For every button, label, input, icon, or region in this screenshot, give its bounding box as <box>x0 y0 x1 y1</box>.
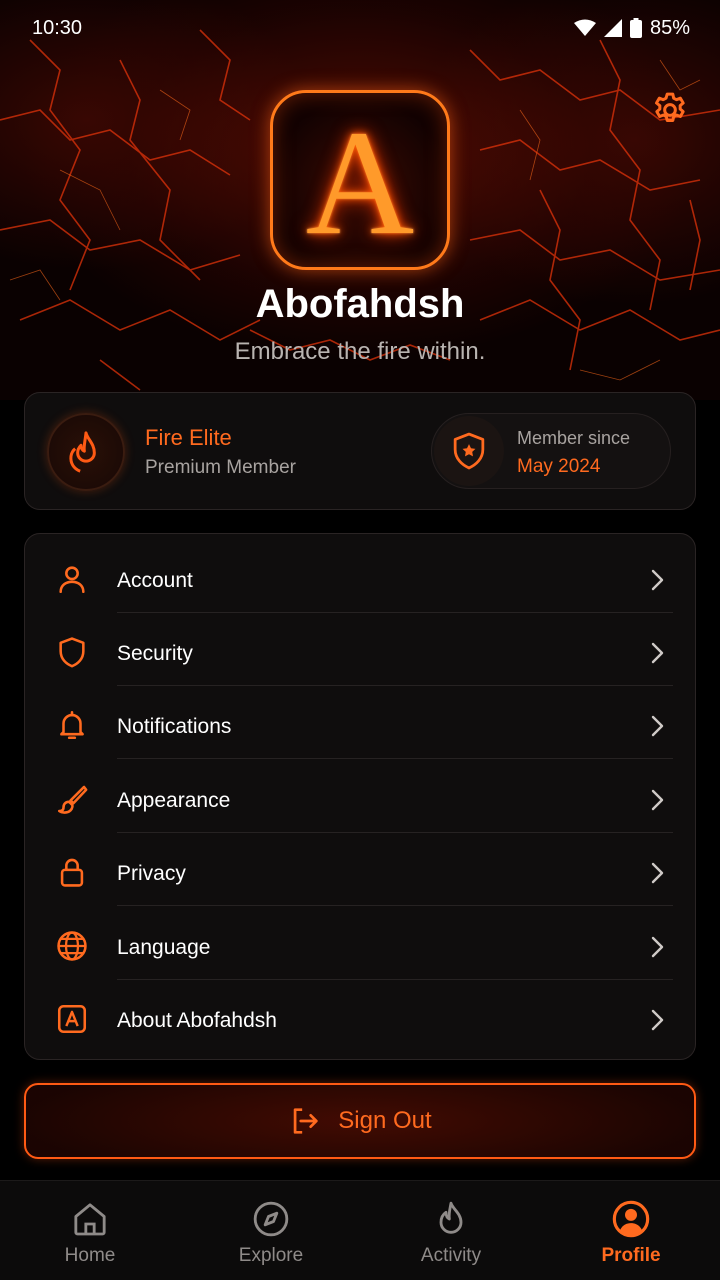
profile-name: Abofahdsh <box>255 282 465 326</box>
tier-subtitle: Premium Member <box>145 457 296 478</box>
tier-title: Fire Elite <box>145 425 232 450</box>
tab-activity[interactable]: Activity <box>361 1181 541 1280</box>
menu-item-appearance[interactable]: Appearance <box>25 760 695 833</box>
battery-percentage: 85% <box>649 16 690 39</box>
sign-out-button[interactable]: Sign Out <box>24 1083 696 1159</box>
home-icon <box>74 1203 106 1236</box>
tab-label: Home <box>64 1245 116 1266</box>
status-bar: 10:30 85% <box>0 0 720 56</box>
menu-item-about[interactable]: About Abofahdsh <box>25 980 695 1053</box>
chevron-right-icon <box>651 569 664 591</box>
flame-icon <box>69 431 96 473</box>
member-since-badge <box>434 416 504 486</box>
tab-explore[interactable]: Explore <box>181 1181 361 1280</box>
menu-item-account[interactable]: Account <box>25 540 695 613</box>
tab-label: Activity <box>420 1245 482 1266</box>
settings-menu: Account Security Notifications Appearanc… <box>24 533 696 1060</box>
app-logo-icon <box>57 1004 87 1034</box>
menu-item-language[interactable]: Language <box>25 907 695 980</box>
cellular-signal-icon <box>603 19 622 37</box>
menu-item-privacy[interactable]: Privacy <box>25 833 695 906</box>
globe-icon <box>57 931 87 961</box>
chevron-right-icon <box>651 642 664 664</box>
chevron-right-icon <box>651 862 664 884</box>
membership-card: Fire Elite Premium Member Member since M… <box>24 392 696 510</box>
bottom-tab-bar: Home Explore Activity Profile <box>0 1180 720 1280</box>
menu-item-label: Language <box>117 936 211 959</box>
tier-badge <box>47 413 125 491</box>
settings-gear-icon[interactable] <box>650 90 690 130</box>
menu-item-label: Account <box>117 569 193 592</box>
bell-icon <box>60 710 84 740</box>
chevron-right-icon <box>651 936 664 958</box>
chevron-right-icon <box>651 789 664 811</box>
status-time: 10:30 <box>32 16 83 39</box>
battery-icon <box>629 18 642 38</box>
menu-item-label: Appearance <box>117 789 231 812</box>
tab-label: Profile <box>601 1245 661 1266</box>
menu-item-label: Notifications <box>117 715 232 738</box>
member-since-date: May 2024 <box>517 456 601 477</box>
divider <box>117 758 673 759</box>
user-icon <box>59 566 85 594</box>
profile-icon <box>612 1200 650 1238</box>
tab-home[interactable]: Home <box>0 1181 180 1280</box>
tab-profile[interactable]: Profile <box>541 1181 720 1280</box>
divider <box>117 905 673 906</box>
profile-logo: A <box>270 90 450 270</box>
shield-star-icon <box>453 432 485 470</box>
status-icons: 85% <box>573 16 690 40</box>
tab-label: Explore <box>238 1245 304 1266</box>
member-since-pill: Member since May 2024 <box>431 413 671 489</box>
sign-out-label: Sign Out <box>338 1107 432 1134</box>
menu-item-label: About Abofahdsh <box>117 1009 277 1032</box>
logo-letter: A <box>305 100 415 266</box>
menu-item-label: Security <box>117 642 193 665</box>
flame-icon <box>439 1201 463 1234</box>
chevron-right-icon <box>651 715 664 737</box>
profile-tagline: Embrace the fire within. <box>234 338 486 365</box>
lock-icon <box>60 858 84 887</box>
wifi-icon <box>573 19 596 36</box>
member-since-label: Member since <box>517 428 631 448</box>
chevron-right-icon <box>651 1009 664 1031</box>
compass-icon <box>253 1201 289 1237</box>
menu-item-security[interactable]: Security <box>25 613 695 686</box>
menu-item-notifications[interactable]: Notifications <box>25 686 695 759</box>
logout-icon <box>294 1108 318 1134</box>
menu-item-label: Privacy <box>117 862 186 885</box>
brush-icon <box>57 785 88 814</box>
shield-icon <box>59 637 85 668</box>
